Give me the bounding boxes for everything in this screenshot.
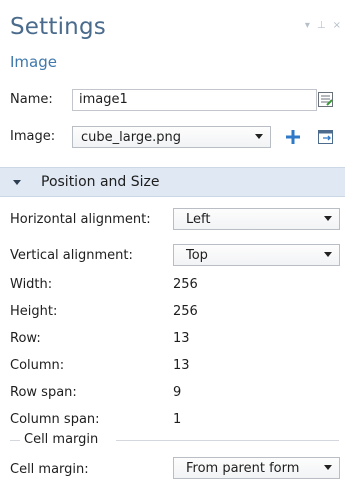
pin-icon[interactable]: ⊥	[317, 21, 326, 31]
name-row: Name: image1	[10, 89, 339, 111]
page-title: Settings	[10, 14, 106, 40]
vertical-alignment-value: Top	[186, 247, 208, 263]
image-select[interactable]: cube_large.png	[72, 126, 271, 148]
column-label: Column:	[10, 358, 65, 373]
collapse-triangle-icon	[13, 180, 21, 185]
column-span-value: 1	[173, 412, 182, 427]
cell-margin-value: From parent form	[186, 460, 300, 476]
import-icon	[318, 130, 333, 144]
add-image-button[interactable]	[284, 128, 302, 146]
width-value: 256	[173, 277, 198, 292]
dropdown-menu-icon[interactable]: ▾	[305, 21, 310, 31]
chevron-down-icon	[324, 216, 332, 221]
name-input[interactable]: image1	[72, 89, 317, 111]
column-span-label: Column span:	[10, 412, 100, 427]
document-icon	[318, 92, 333, 107]
chevron-down-icon	[255, 134, 263, 139]
image-select-value: cube_large.png	[81, 129, 181, 145]
group-divider-right	[116, 440, 339, 441]
cell-margin-group-title: Cell margin	[24, 432, 99, 447]
horizontal-alignment-label: Horizontal alignment:	[10, 212, 151, 227]
insert-expression-button[interactable]	[317, 91, 335, 109]
width-label: Width:	[10, 277, 53, 292]
cell-margin-label: Cell margin:	[10, 462, 89, 477]
horizontal-alignment-value: Left	[186, 211, 211, 227]
name-label: Name:	[10, 92, 53, 107]
plus-icon	[286, 130, 300, 144]
browse-image-button[interactable]	[317, 128, 335, 146]
vertical-alignment-select[interactable]: Top	[173, 244, 340, 266]
image-label: Image:	[10, 129, 56, 144]
position-and-size-section[interactable]: Position and Size	[0, 167, 345, 197]
row-value: 13	[173, 331, 190, 346]
chevron-down-icon	[324, 252, 332, 257]
vertical-alignment-label: Vertical alignment:	[10, 248, 133, 263]
window-controls: ▾ ⊥ ×	[305, 21, 341, 31]
section-title: Position and Size	[41, 174, 160, 190]
column-value: 13	[173, 358, 190, 373]
group-divider-left	[10, 440, 20, 441]
page-subtitle: Image	[10, 53, 57, 71]
row-label: Row:	[10, 331, 41, 346]
cell-margin-select[interactable]: From parent form	[173, 457, 340, 479]
height-value: 256	[173, 304, 198, 319]
row-span-label: Row span:	[10, 385, 77, 400]
chevron-down-icon	[324, 465, 332, 470]
close-icon[interactable]: ×	[333, 21, 341, 31]
height-label: Height:	[10, 304, 58, 319]
horizontal-alignment-select[interactable]: Left	[173, 208, 340, 230]
row-span-value: 9	[173, 385, 182, 400]
